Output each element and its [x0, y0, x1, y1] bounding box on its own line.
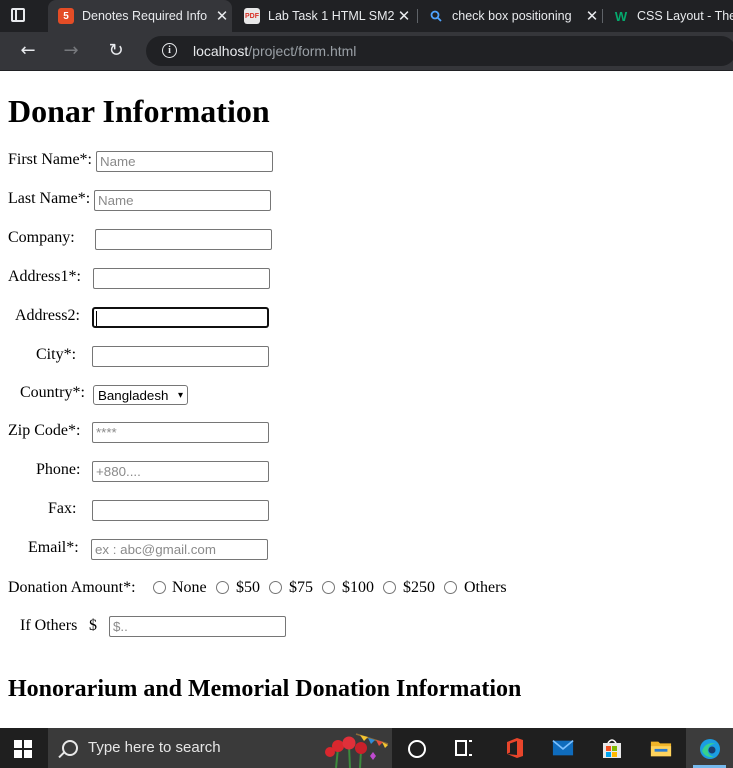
tab-title: check box positioning [452, 9, 572, 23]
section-title-honorarium: Honorarium and Memorial Donation Informa… [8, 676, 522, 702]
html5-icon: 5 [58, 8, 74, 24]
country-select[interactable]: Bangladesh ▾ [93, 385, 188, 405]
email-label: Email*: [28, 539, 79, 556]
donation-radio-none[interactable] [153, 581, 166, 594]
close-tab-icon[interactable]: ✕ [212, 7, 232, 25]
zip-input[interactable] [92, 422, 269, 443]
last-name-label: Last Name*: [8, 190, 91, 207]
search-icon [62, 740, 78, 756]
fax-label: Fax: [48, 500, 77, 517]
email-input[interactable] [91, 539, 268, 560]
windows-taskbar: Type here to search [0, 728, 733, 768]
address2-input[interactable] [92, 307, 269, 328]
donation-radio-250[interactable] [383, 581, 396, 594]
taskbar-search-placeholder: Type here to search [88, 739, 221, 756]
fax-input[interactable] [92, 500, 269, 521]
w3schools-icon: W [614, 8, 628, 24]
donation-option-label: $100 [342, 579, 374, 596]
browser-toolbar: ← → ↻ i localhost/project/form.html [0, 32, 733, 71]
back-arrow-icon[interactable]: ← [16, 39, 40, 63]
donation-option-label: None [172, 579, 207, 596]
browser-tab-strip: 5 Denotes Required Info ✕ PDF Lab Task 1… [0, 0, 733, 32]
donation-amount-label: Donation Amount*: [8, 579, 136, 596]
phone-input[interactable] [92, 461, 269, 482]
currency-symbol: $ [89, 617, 97, 634]
company-input[interactable] [95, 229, 272, 250]
donation-option-label: $75 [289, 579, 313, 596]
country-selected: Bangladesh [98, 387, 169, 403]
windows-start-icon[interactable] [14, 740, 32, 758]
other-amount-input[interactable] [109, 616, 286, 637]
close-tab-icon[interactable]: ✕ [582, 7, 602, 25]
forward-arrow-icon[interactable]: → [59, 39, 83, 63]
donation-radio-50[interactable] [216, 581, 229, 594]
page-content: Donar Information First Name*: Last Name… [0, 71, 733, 728]
search-icon [428, 8, 444, 24]
cortana-icon[interactable] [408, 740, 426, 758]
edge-browser-icon [700, 739, 720, 759]
donation-radio-100[interactable] [322, 581, 335, 594]
donation-option-label: $50 [236, 579, 260, 596]
tab-actions-icon[interactable] [11, 8, 25, 22]
if-others-label: If Others [20, 617, 78, 634]
page-title: Donar Information [8, 93, 270, 129]
text-caret [96, 311, 97, 326]
country-label: Country*: [20, 384, 85, 401]
donation-option-label: $250 [403, 579, 435, 596]
chevron-down-icon: ▾ [177, 389, 183, 401]
first-name-label: First Name*: [8, 151, 92, 168]
taskbar-search-box[interactable]: Type here to search [48, 728, 392, 768]
url-text[interactable]: localhost/project/form.html [193, 43, 356, 59]
tab-css-layout[interactable]: W CSS Layout - The p [603, 0, 733, 32]
address1-input[interactable] [93, 268, 270, 289]
tab-title: CSS Layout - The p [637, 9, 733, 23]
donation-option-label: Others [464, 579, 507, 596]
site-info-icon[interactable]: i [162, 43, 177, 58]
url-path: /project/form.html [248, 43, 357, 59]
phone-label: Phone: [36, 461, 81, 478]
search-highlight-flowers-icon [325, 733, 389, 768]
reload-icon[interactable]: ↻ [104, 39, 128, 63]
close-tab-icon[interactable]: ✕ [394, 7, 414, 25]
tab-denotes-required[interactable]: 5 Denotes Required Info ✕ [48, 0, 232, 32]
url-host: localhost [193, 43, 249, 59]
donation-radio-75[interactable] [269, 581, 282, 594]
tab-title: Denotes Required Info [82, 9, 208, 23]
tab-check-box[interactable]: check box positioning ✕ [418, 0, 602, 32]
task-view-icon[interactable] [455, 740, 473, 756]
donation-radio-others[interactable] [444, 581, 457, 594]
first-name-input[interactable] [96, 151, 273, 172]
address1-label: Address1*: [8, 268, 81, 285]
address2-label: Address2: [15, 307, 80, 324]
address-bar[interactable]: i localhost/project/form.html [146, 36, 733, 66]
city-label: City*: [36, 346, 77, 363]
last-name-input[interactable] [94, 190, 271, 211]
microsoft-store-icon[interactable] [601, 737, 623, 759]
office-icon[interactable] [504, 737, 526, 759]
tab-title: Lab Task 1 HTML SM2 [268, 9, 394, 23]
pdf-icon: PDF [244, 8, 260, 24]
file-explorer-icon[interactable] [650, 737, 672, 759]
city-input[interactable] [92, 346, 269, 367]
edge-taskbar-button[interactable] [686, 728, 733, 768]
company-label: Company: [8, 229, 75, 246]
tab-lab-task[interactable]: PDF Lab Task 1 HTML SM2 ✕ [234, 0, 414, 32]
mail-icon[interactable] [552, 737, 574, 759]
zip-label: Zip Code*: [8, 422, 81, 439]
